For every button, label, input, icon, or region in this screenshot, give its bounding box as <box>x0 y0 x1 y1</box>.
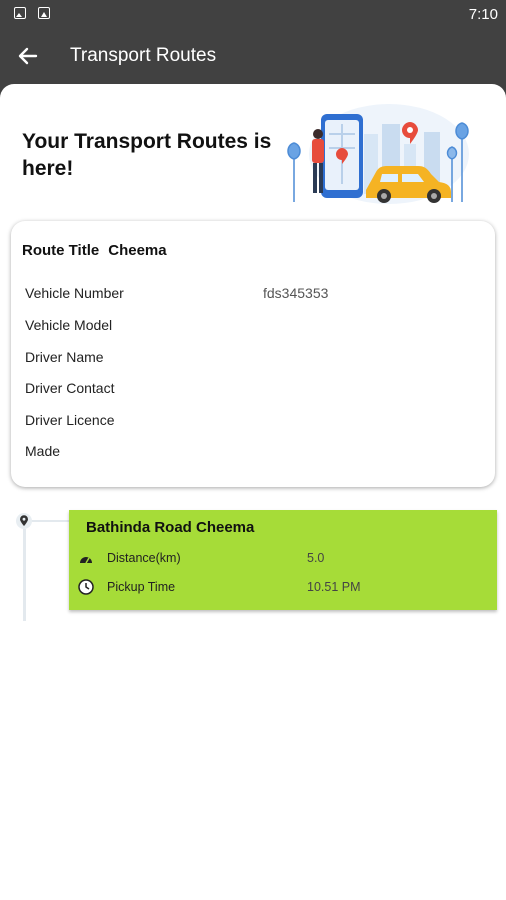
driver-contact-label: Driver Contact <box>25 380 115 396</box>
route-title: Route Title Cheema <box>22 242 176 259</box>
content-sheet: Your Transport Routes is here! Route Tit… <box>0 84 506 900</box>
transport-illustration <box>287 104 469 204</box>
distance-label: Distance(km) <box>107 551 181 565</box>
route-title-value: Cheema <box>108 242 167 259</box>
distance-value: 5.0 <box>307 551 325 565</box>
timeline-connector <box>32 520 70 522</box>
route-details-card: Route Title Cheema Vehicle Number fds3453… <box>11 221 495 487</box>
vehicle-number-value: fds345353 <box>263 285 329 301</box>
route-title-label: Route Title <box>22 242 100 259</box>
pickup-time-label: Pickup Time <box>107 580 176 594</box>
status-time: 7:10 <box>468 6 498 23</box>
route-stop-card[interactable]: Bathinda Road Cheema Distance(km) 5.0 Pi… <box>69 510 497 610</box>
app-bar: Transport Routes <box>0 28 506 84</box>
clock-icon <box>78 579 94 595</box>
location-pin-icon <box>16 513 32 529</box>
stop-name: Bathinda Road Cheema <box>86 519 255 536</box>
notification-icon <box>38 7 50 19</box>
page-title: Transport Routes <box>70 45 217 66</box>
pickup-time-value: 10.51 PM <box>307 580 361 594</box>
status-bar: 7:10 <box>0 0 506 28</box>
driver-name-label: Driver Name <box>25 349 104 365</box>
speedometer-icon <box>78 551 94 567</box>
vehicle-model-label: Vehicle Model <box>25 317 113 333</box>
back-arrow-icon[interactable] <box>14 42 42 70</box>
timeline-line <box>23 529 26 621</box>
made-label: Made <box>25 443 61 459</box>
image-icon <box>14 7 26 19</box>
driver-licence-label: Driver Licence <box>25 412 115 428</box>
vehicle-number-label: Vehicle Number <box>25 285 124 301</box>
hero-title: Your Transport Routes is here! <box>22 130 272 180</box>
